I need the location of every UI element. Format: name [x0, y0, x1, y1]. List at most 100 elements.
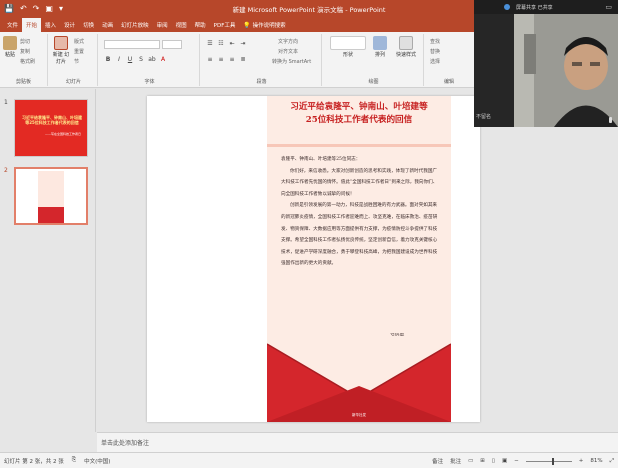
quick-styles-button[interactable]: 快速样式 — [392, 36, 420, 58]
thumbnail-title: 习近平给袁隆平、钟南山、叶培建等25位科技工作者代表的回信 — [22, 115, 82, 125]
notes-placeholder: 单击此处添加备注 — [101, 440, 150, 447]
font-size-select[interactable] — [162, 40, 182, 49]
slide-sorter-icon[interactable]: ⊞ — [480, 458, 485, 464]
tab-pdf-tools[interactable]: PDF工具 — [210, 18, 240, 32]
spellcheck-icon[interactable]: ⎘ — [72, 457, 76, 465]
slide-editor: 习近平给袁隆平、钟南山、叶培建等 25位科技工作者代表的回信 袁隆平、钟南山、叶… — [97, 89, 618, 432]
format-painter-button[interactable]: 格式刷 — [20, 58, 35, 65]
tab-help[interactable]: 帮助 — [191, 18, 210, 32]
align-text-button[interactable]: 对齐文本 — [278, 48, 298, 55]
tell-me-search[interactable]: 💡 操作说明搜索 — [239, 18, 289, 32]
replace-button[interactable]: 替换 — [430, 48, 440, 55]
new-slide-icon — [54, 36, 68, 50]
video-sidebar — [474, 14, 514, 127]
text-direction-button[interactable]: 文字方向 — [278, 38, 298, 45]
zoom-in-button[interactable]: + — [579, 458, 584, 464]
paste-button[interactable]: 粘贴 — [2, 36, 18, 58]
underline-button[interactable]: U — [126, 56, 134, 63]
reading-view-icon[interactable]: ▯ — [492, 458, 495, 464]
header-divider — [267, 144, 451, 147]
paste-icon — [3, 36, 17, 50]
copy-button[interactable]: 复制 — [20, 48, 30, 55]
mic-icon[interactable] — [609, 117, 612, 123]
align-left-icon[interactable]: ≡ — [206, 56, 214, 63]
editing-group: 查找 替换 选择 编辑 — [426, 34, 472, 86]
shapes-label: 形状 — [342, 52, 353, 58]
select-button[interactable]: 选择 — [430, 58, 440, 65]
camera-image — [514, 14, 618, 127]
letter-paragraph-1: 你们好，来信收悉。大家对创新创造的思考和实践，体现了新时代我国广大科技工作者先忧… — [281, 168, 438, 197]
convert-smartart-button[interactable]: 转换为 SmartArt — [272, 58, 311, 65]
reset-button[interactable]: 重置 — [74, 48, 84, 55]
zoom-slider-knob[interactable] — [551, 457, 554, 465]
font-color-button[interactable]: A — [159, 56, 167, 63]
letter-body: 袁隆平、钟南山、叶培建等25位同志： 你们好，来信收悉。大家对创新创造的思考和实… — [281, 154, 441, 270]
align-center-icon[interactable]: ≡ — [217, 56, 225, 63]
status-right: 备注 批注 ▭ ⊞ ▯ ▣ − + 81% ⤢ — [432, 457, 614, 465]
fit-to-window-icon[interactable]: ⤢ — [610, 458, 614, 465]
arrange-button[interactable]: 排列 — [370, 36, 390, 58]
tab-design[interactable]: 设计 — [60, 18, 79, 32]
letter-salutation: 袁隆平、钟南山、叶培建等25位同志： — [281, 157, 361, 162]
shapes-icon — [330, 36, 366, 50]
zoom-out-button[interactable]: − — [514, 458, 519, 464]
tab-review[interactable]: 审阅 — [153, 18, 172, 32]
powerpoint-window: 💾 ↶ ↷ ▣ ▾ 新建 Microsoft PowerPoint 演示文稿 -… — [0, 0, 618, 468]
new-slide-label: 新建 幻灯片 — [52, 52, 70, 65]
slide-thumbnail-2[interactable] — [14, 167, 88, 225]
comments-toggle-button[interactable]: 批注 — [450, 457, 461, 465]
outdent-icon[interactable]: ⇥ — [239, 40, 247, 47]
language-indicator[interactable]: 中文(中国) — [84, 457, 110, 465]
notes-pane[interactable]: 单击此处添加备注 — [97, 432, 618, 452]
slides-group-label: 幻灯片 — [65, 79, 81, 85]
slideshow-view-icon[interactable]: ▣ — [502, 458, 507, 464]
bullets-icon[interactable]: ☰ — [206, 40, 214, 47]
paragraph-group-label: 段落 — [256, 79, 267, 85]
find-button[interactable]: 查找 — [430, 38, 440, 45]
cut-button[interactable]: 剪切 — [20, 38, 30, 45]
current-slide[interactable]: 习近平给袁隆平、钟南山、叶培建等 25位科技工作者代表的回信 袁隆平、钟南山、叶… — [147, 96, 480, 422]
zoom-slider[interactable] — [525, 457, 572, 465]
numbering-icon[interactable]: ☷ — [217, 40, 225, 47]
section-button[interactable]: 节 — [74, 58, 79, 65]
paragraph-group: ☰ ☷ ⇤ ⇥ 文字方向 对齐文本 转换为 SmartArt ≡ ≡ ≡ ≣ 段… — [202, 34, 322, 86]
sharing-indicator-icon — [504, 4, 510, 10]
font-family-select[interactable] — [104, 40, 160, 49]
zoom-level[interactable]: 81% — [590, 458, 602, 464]
letter-title-line1: 习近平给袁隆平、钟南山、叶培建等 — [290, 102, 428, 112]
thumbnail-envelope — [38, 207, 64, 223]
tab-insert[interactable]: 插入 — [41, 18, 60, 32]
video-title-bar: 屏幕共享 已共享 ▭ — [474, 0, 618, 14]
tab-view[interactable]: 视图 — [172, 18, 191, 32]
video-title: 屏幕共享 已共享 — [516, 4, 553, 11]
tab-animations[interactable]: 动画 — [98, 18, 117, 32]
drawing-group-label: 绘图 — [368, 79, 379, 85]
align-right-icon[interactable]: ≡ — [228, 56, 236, 63]
notes-toggle-button[interactable]: 备注 — [432, 457, 443, 465]
video-title-label: 屏幕共享 — [516, 5, 537, 11]
normal-view-icon[interactable]: ▭ — [468, 458, 473, 464]
expand-icon[interactable]: ▭ — [605, 3, 612, 11]
slides-group: 新建 幻灯片 版式 重置 节 幻灯片 — [50, 34, 98, 86]
justify-icon[interactable]: ≣ — [239, 56, 247, 63]
status-bar: 幻灯片 第 2 张，共 2 张 ⎘ 中文(中国) 备注 批注 ▭ ⊞ ▯ ▣ −… — [0, 452, 618, 468]
tab-home[interactable]: 开始 — [22, 18, 42, 32]
shapes-gallery[interactable]: 形状 — [328, 36, 368, 58]
slide-thumbnail-1[interactable]: 习近平给袁隆平、钟南山、叶培建等25位科技工作者代表的回信 ——写在全国科技工作… — [14, 99, 88, 157]
tab-file[interactable]: 文件 — [3, 18, 22, 32]
slide-thumbnails-panel: 1 习近平给袁隆平、钟南山、叶培建等25位科技工作者代表的回信 ——写在全国科技… — [0, 89, 96, 432]
italic-button[interactable]: I — [115, 56, 123, 63]
strikethrough-button[interactable]: S — [137, 56, 145, 63]
char-spacing-button[interactable]: ab — [148, 56, 156, 63]
new-slide-button[interactable]: 新建 幻灯片 — [52, 36, 70, 65]
layout-button[interactable]: 版式 — [74, 38, 84, 45]
letter-title-line2: 25位科技工作者代表的回信 — [305, 115, 413, 125]
video-share-state: 已共享 — [537, 5, 553, 11]
tab-transitions[interactable]: 切换 — [79, 18, 98, 32]
status-left: 幻灯片 第 2 张，共 2 张 ⎘ 中文(中国) — [4, 457, 110, 465]
tab-slideshow[interactable]: 幻灯片放映 — [117, 18, 153, 32]
letter-title: 习近平给袁隆平、钟南山、叶培建等 25位科技工作者代表的回信 — [267, 101, 451, 127]
tell-me-label: 操作说明搜索 — [252, 23, 286, 29]
indent-icon[interactable]: ⇤ — [228, 40, 236, 47]
bold-button[interactable]: B — [104, 56, 112, 63]
